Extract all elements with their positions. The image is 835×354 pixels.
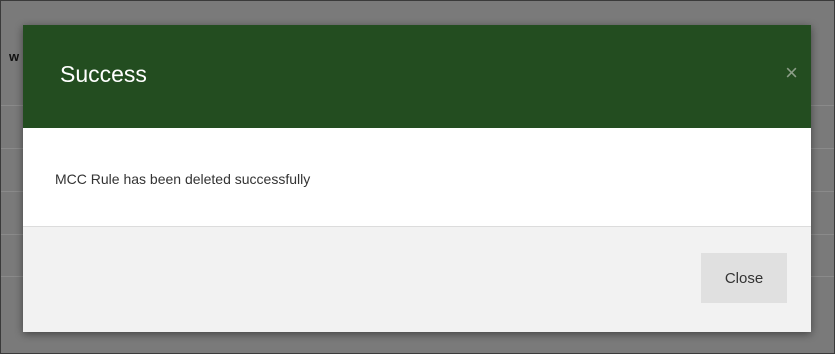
close-icon[interactable]: × — [785, 62, 798, 84]
background-table-text: w — [9, 49, 20, 64]
success-dialog: Success × MCC Rule has been deleted succ… — [23, 25, 811, 332]
dialog-footer: Close — [23, 227, 811, 332]
dialog-body: MCC Rule has been deleted successfully — [23, 128, 811, 227]
dialog-message: MCC Rule has been deleted successfully — [55, 171, 311, 187]
dialog-title: Success — [60, 61, 147, 87]
close-button[interactable]: Close — [701, 253, 787, 303]
dialog-header: Success × — [23, 25, 811, 128]
page-overlay: w Success × MCC Rule has been deleted su… — [0, 0, 835, 354]
